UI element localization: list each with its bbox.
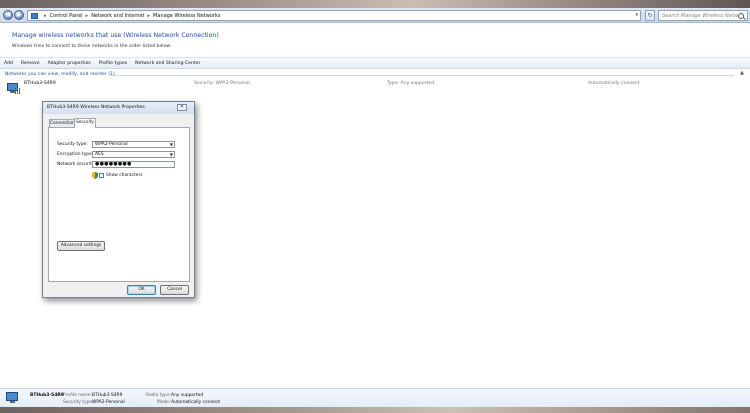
desktop-background-bottom (0, 407, 750, 413)
group-header[interactable]: Networks you can view, modify, and reord… (5, 72, 115, 77)
dialog-titlebar[interactable]: BTHub3-S4R9 Wireless Network Properties … (43, 102, 194, 114)
network-key-field[interactable]: ●●●●●●●● (92, 161, 175, 168)
breadcrumb-manage-wireless-networks[interactable]: Manage Wireless Networks (153, 13, 220, 19)
ok-button[interactable]: OK (127, 285, 156, 295)
profile-types-button[interactable]: Profile types (99, 61, 127, 66)
close-icon[interactable]: ✕ (177, 104, 187, 111)
details-network-name: BTHub3-S4R9 (30, 393, 64, 398)
security-tab-panel: Security type: WPA2-Personal ▼ Encryptio… (48, 127, 190, 282)
back-button[interactable]: ◀ (3, 10, 13, 20)
cancel-button[interactable]: Cancel (160, 285, 189, 295)
breadcrumb-separator[interactable]: ▸ (148, 13, 151, 19)
page-title: Manage wireless networks that use (Wirel… (12, 32, 219, 39)
breadcrumb[interactable]: ▸ Control Panel ▸ Network and Internet ▸… (27, 10, 641, 21)
adapter-properties-button[interactable]: Adapter properties (48, 61, 91, 66)
security-type-key: Security type: (63, 400, 94, 405)
chevron-down-icon: ▼ (169, 142, 173, 147)
show-characters-checkbox[interactable] (99, 173, 104, 178)
address-bar: ◀ ▶ ▸ Control Panel ▸ Network and Intern… (0, 8, 750, 23)
security-type-label: Security type: (57, 142, 88, 147)
collapse-chevron-icon[interactable]: ▲ (738, 70, 746, 77)
details-pane: BTHub3-S4R9 Profile name: BTHub3-S4R9 Se… (0, 388, 750, 407)
radio-type-value: Any supported (171, 393, 204, 398)
security-type-value: WPA2-Personal (92, 400, 125, 405)
breadcrumb-control-panel[interactable]: Control Panel (50, 13, 83, 19)
wireless-network-icon (6, 82, 20, 95)
profile-name-value: BTHub3-S4R9 (92, 393, 123, 398)
breadcrumb-network-and-internet[interactable]: Network and Internet (91, 13, 144, 19)
network-type: Type: Any supported (387, 81, 435, 86)
encryption-type-select[interactable]: AES ▼ (92, 151, 175, 158)
search-placeholder: Search Manage Wireless Networks (662, 12, 738, 19)
network-and-sharing-center-button[interactable]: Network and Sharing Center (135, 61, 200, 66)
security-type-value: WPA2-Personal (95, 142, 128, 147)
desktop-background-top (0, 0, 750, 8)
security-type-select[interactable]: WPA2-Personal ▼ (92, 141, 175, 148)
mode-value: Automatically connect (171, 400, 221, 405)
page-description: Windows tries to connect to these networ… (12, 44, 172, 49)
search-icon[interactable] (738, 12, 744, 19)
encryption-type-value: AES (95, 152, 104, 157)
refresh-icon[interactable]: ↻ (645, 10, 655, 21)
toolbar: Add Remove Adapter properties Profile ty… (0, 57, 750, 69)
list-item[interactable]: BTHub3-S4R9 Security: WPA2-Personal Type… (4, 80, 744, 98)
wireless-properties-dialog: BTHub3-S4R9 Wireless Network Properties … (42, 101, 195, 298)
address-dropdown-icon[interactable]: ▾ (635, 12, 638, 18)
remove-button[interactable]: Remove (21, 61, 40, 66)
shield-icon (92, 172, 98, 179)
control-panel-icon (31, 12, 38, 19)
tab-connection[interactable]: Connection (49, 119, 75, 127)
group-divider (110, 75, 734, 76)
network-security: Security: WPA2-Personal (194, 81, 250, 86)
network-mode: Automatically connect (588, 81, 640, 86)
wireless-network-icon (5, 391, 21, 405)
forward-button[interactable]: ▶ (14, 10, 24, 20)
tab-security[interactable]: Security (74, 118, 96, 128)
profile-name-key: Profile name: (63, 393, 92, 398)
breadcrumb-separator[interactable]: ▸ (44, 13, 47, 19)
radio-type-key: Radio type: (146, 393, 172, 398)
search-input[interactable]: Search Manage Wireless Networks (658, 10, 748, 21)
encryption-type-label: Encryption type: (57, 152, 94, 157)
dialog-title: BTHub3-S4R9 Wireless Network Properties (47, 105, 145, 110)
mode-key: Mode: (157, 400, 171, 405)
advanced-settings-button[interactable]: Advanced settings (57, 241, 105, 251)
breadcrumb-separator[interactable]: ▸ (86, 13, 89, 19)
show-characters-label[interactable]: Show characters (106, 173, 143, 178)
network-name: BTHub3-S4R9 (24, 81, 56, 86)
add-button[interactable]: Add (4, 61, 13, 66)
chevron-down-icon: ▼ (169, 152, 173, 157)
